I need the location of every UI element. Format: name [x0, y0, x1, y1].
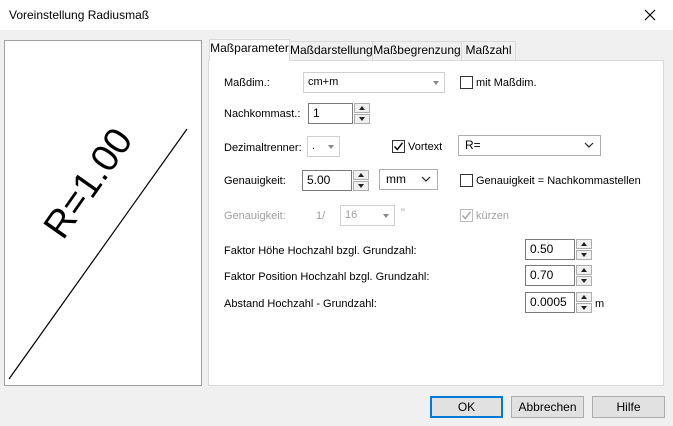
window-title: Voreinstellung Radiusmaß [9, 8, 150, 22]
faktor-position-label: Faktor Position Hochzahl bzgl. Grundzahl… [224, 271, 430, 283]
dropdown-arrow-icon [328, 145, 334, 149]
checkmark-icon [393, 142, 404, 151]
fraction-select[interactable]: 16 [340, 205, 395, 226]
faktor-hoehe-label: Faktor Höhe Hochzahl bzgl. Grundzahl: [224, 245, 417, 257]
dropdown-arrow-icon [433, 81, 439, 85]
mit-massdim-checkbox[interactable] [460, 76, 473, 89]
massdim-select[interactable]: cm+m [303, 72, 445, 93]
dropdown-arrow-icon [383, 214, 389, 218]
spin-up-icon[interactable] [576, 292, 592, 302]
abstand-input[interactable]: 0.0005 [525, 292, 575, 313]
cancel-button[interactable]: Abbrechen [511, 396, 584, 418]
fraction-value: 16 [345, 209, 358, 221]
vortext-value: R= [465, 138, 481, 152]
fraction-prefix: 1/ [316, 210, 326, 222]
vortext-checkbox[interactable] [392, 140, 405, 153]
checkmark-icon [461, 211, 472, 220]
mit-massdim-label: mit Maßdim. [476, 77, 537, 89]
spin-down-icon[interactable] [354, 114, 370, 124]
kuerzen-checkbox[interactable] [460, 209, 473, 222]
vortext-select[interactable]: R= [458, 135, 601, 156]
abstand-spinner[interactable] [576, 292, 592, 313]
title-bar: Voreinstellung Radiusmaß [0, 0, 673, 30]
spin-down-icon[interactable] [576, 276, 592, 286]
dezimaltrenner-value: . [312, 140, 316, 152]
dezimaltrenner-select[interactable]: . [307, 136, 340, 157]
preview-pane: R=1.00 [4, 40, 202, 386]
faktor-position-input[interactable]: 0.70 [525, 265, 575, 286]
nachkommast-input[interactable]: 1 [308, 103, 353, 124]
close-button[interactable] [627, 0, 673, 30]
genauigkeit-label: Genauigkeit: [224, 175, 286, 187]
genauigkeit-eq-label: Genauigkeit = Nachkommastellen [476, 175, 641, 187]
tab-masszahl[interactable]: Maßzahl [461, 41, 516, 60]
help-button[interactable]: Hilfe [592, 396, 665, 418]
spin-up-icon[interactable] [576, 265, 592, 275]
abstand-label: Abstand Hochzahl - Grundzahl: [224, 298, 377, 310]
spin-up-icon[interactable] [576, 239, 592, 249]
close-icon [644, 9, 656, 21]
spin-up-icon[interactable] [353, 170, 369, 180]
massdim-value: cm+m [308, 76, 339, 88]
genauigkeit-eq-checkbox[interactable] [460, 174, 473, 187]
tab-massparameter[interactable]: Maßparameter [209, 39, 290, 61]
nachkommast-label: Nachkommast.: [224, 108, 301, 120]
ok-button[interactable]: OK [430, 396, 503, 418]
spin-down-icon[interactable] [576, 303, 592, 313]
kuerzen-label: kürzen [476, 210, 510, 222]
abstand-unit: m [595, 298, 605, 310]
spin-down-icon[interactable] [353, 181, 369, 191]
chevron-down-icon [421, 176, 431, 182]
fraction-suffix: " [401, 207, 405, 219]
genauigkeit-input[interactable]: 5.00 [302, 170, 352, 191]
faktor-hoehe-input[interactable]: 0.50 [525, 239, 575, 260]
faktor-hoehe-spinner[interactable] [576, 239, 592, 260]
spin-up-icon[interactable] [354, 103, 370, 113]
nachkommast-spinner[interactable] [354, 103, 370, 124]
tab-massbegrenzung[interactable]: Maßbegrenzung [372, 41, 462, 60]
massdim-label: Maßdim.: [224, 77, 270, 89]
tab-massdarstellung[interactable]: Maßdarstellung [289, 41, 373, 60]
dezimaltrenner-label: Dezimaltrenner: [224, 142, 302, 154]
vortext-label: Vortext [408, 141, 443, 153]
genauigkeit-unit-value: mm [386, 172, 406, 186]
spin-down-icon[interactable] [576, 250, 592, 260]
chevron-down-icon [584, 142, 594, 148]
massparameter-panel: Maßdim.: cm+m mit Maßdim. Nachkommast.: … [208, 60, 664, 386]
preview-dimension-text: R=1.00 [36, 121, 141, 246]
genauigkeit-spinner[interactable] [353, 170, 369, 191]
genauigkeit-unit-select[interactable]: mm [379, 169, 438, 190]
genauigkeit-fraction-label: Genauigkeit: [224, 210, 286, 222]
faktor-position-spinner[interactable] [576, 265, 592, 286]
